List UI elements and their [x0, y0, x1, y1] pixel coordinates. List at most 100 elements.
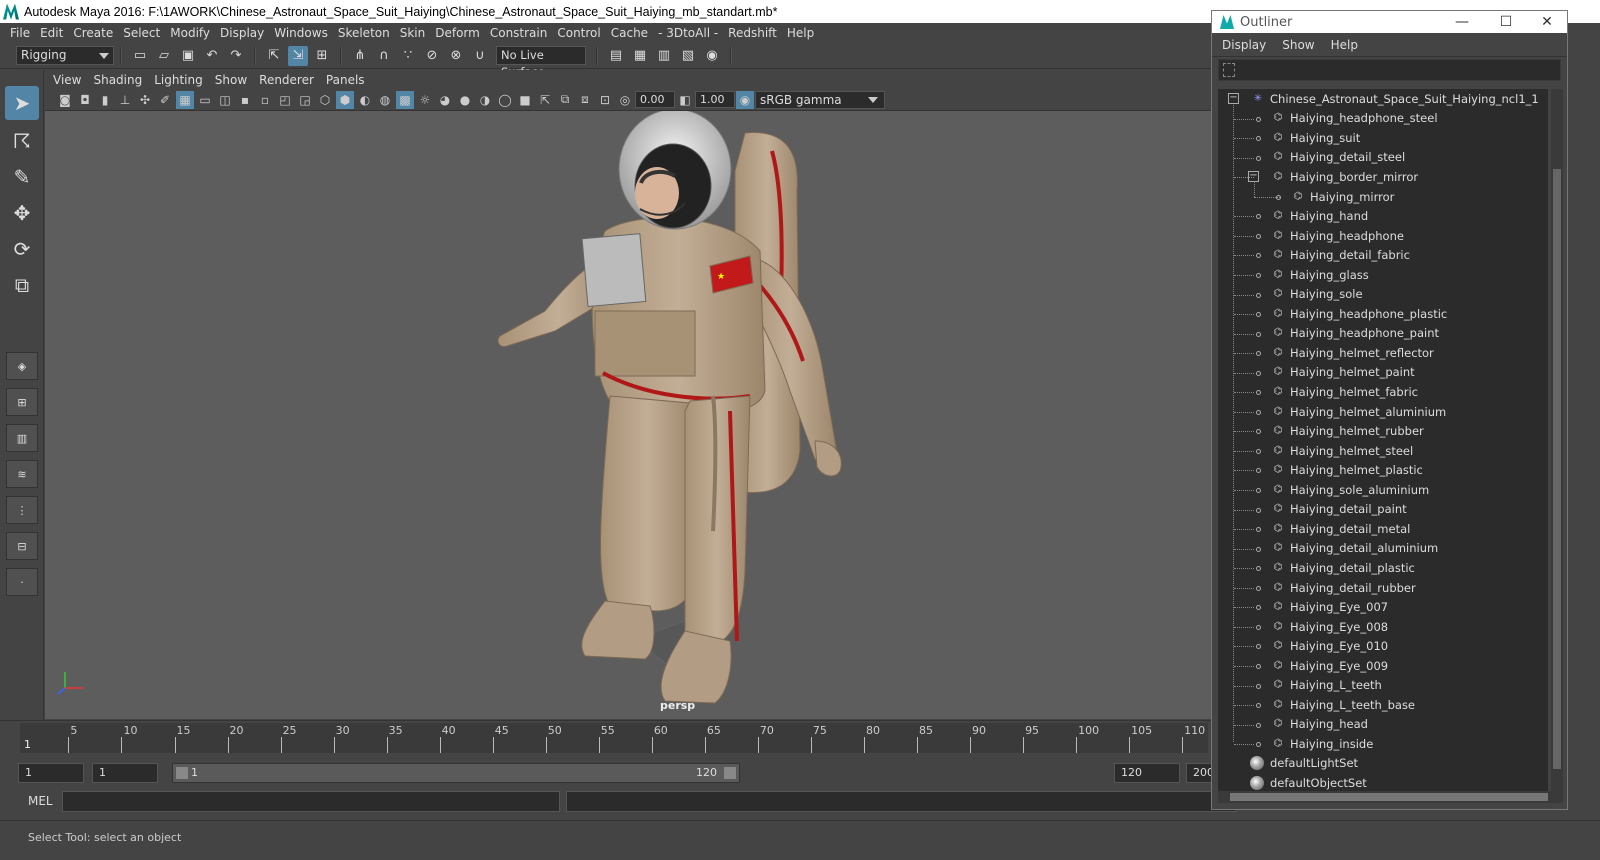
- save-scene-icon[interactable]: ▣: [178, 46, 198, 66]
- playback-start-field[interactable]: 1: [92, 763, 158, 783]
- layout-outliner-icon[interactable]: ▥: [6, 424, 38, 452]
- lasso-tool-icon[interactable]: ☈: [5, 124, 39, 158]
- outliner-item[interactable]: ⌬ Haiying_Eye_009: [1218, 656, 1548, 676]
- x-ray-icon[interactable]: ⧉: [556, 91, 574, 109]
- image-plane-icon[interactable]: ⊥: [116, 91, 134, 109]
- shadows-icon[interactable]: ◕: [436, 91, 454, 109]
- outliner-item[interactable]: ⌬ Haiying_headphone_plastic: [1218, 304, 1548, 324]
- smooth-shade-icon[interactable]: ⬢: [336, 90, 354, 109]
- live-surface-field[interactable]: No Live Surface: [496, 46, 586, 79]
- time-slider[interactable]: 5 10 15 20 25 30 35 40 45 50 55 60 65 70 75 80 85 90 95 100…: [0, 720, 1236, 760]
- depth-of-field-icon[interactable]: ■: [516, 91, 534, 109]
- hypershade-icon[interactable]: ◉: [702, 46, 722, 66]
- menu-skeleton[interactable]: Skeleton: [338, 26, 390, 40]
- panel-menu-view[interactable]: View: [53, 73, 81, 87]
- layout-hypershade-icon[interactable]: ⋮: [6, 496, 38, 524]
- rotate-tool-icon[interactable]: ⟳: [5, 232, 39, 266]
- outliner-item[interactable]: ⌬ Haiying_inside: [1218, 734, 1548, 754]
- menu-3dtoall[interactable]: - 3DtoAll -: [658, 26, 718, 40]
- panel-menu-shading[interactable]: Shading: [93, 73, 142, 87]
- playback-end-field[interactable]: 120: [1114, 763, 1180, 783]
- scrollbar-thumb[interactable]: [1230, 793, 1548, 801]
- outliner-item[interactable]: ⌬ Haiying_helmet_fabric: [1218, 382, 1548, 402]
- snap-view-icon[interactable]: ⊘: [422, 46, 442, 66]
- panel-menu-show[interactable]: Show: [215, 73, 247, 87]
- animation-start-field[interactable]: 1: [18, 763, 84, 783]
- outliner-tree[interactable]: − ✳ Chinese_Astronaut_Space_Suit_Haiying_n…: [1218, 89, 1548, 793]
- x-ray-components-icon[interactable]: ⊡: [596, 91, 614, 109]
- layout-graph-icon[interactable]: ≋: [6, 460, 38, 488]
- magnet-icon[interactable]: ∪: [470, 46, 490, 66]
- menu-redshift[interactable]: Redshift: [728, 26, 777, 40]
- x-ray-joints-icon[interactable]: ⧈: [576, 91, 594, 109]
- render-icon[interactable]: ▦: [630, 46, 650, 66]
- menu-select[interactable]: Select: [123, 26, 160, 40]
- maximize-icon[interactable]: ☐: [1484, 11, 1528, 33]
- layout-four-icon[interactable]: ⊞: [6, 388, 38, 416]
- camera-attributes-icon[interactable]: ◘: [76, 91, 94, 109]
- grease-pencil-icon[interactable]: ✐: [156, 91, 174, 109]
- outliner-item[interactable]: ⌬ Haiying_glass: [1218, 265, 1548, 285]
- move-tool-icon[interactable]: ✥: [5, 196, 39, 230]
- menu-cache[interactable]: Cache: [611, 26, 648, 40]
- range-slider[interactable]: 1 120: [172, 763, 740, 783]
- snap-surface-icon[interactable]: ⊗: [446, 46, 466, 66]
- outliner-item[interactable]: ⌬ Haiying_headphone_steel: [1218, 109, 1548, 129]
- select-hierarchy-icon[interactable]: ⇱: [264, 46, 284, 66]
- gamma-icon[interactable]: ◧: [676, 91, 694, 109]
- bookmark-icon[interactable]: ▮: [96, 91, 114, 109]
- menu-set-selector[interactable]: Rigging: [16, 46, 114, 65]
- menu-file[interactable]: File: [10, 26, 30, 40]
- select-tool-icon[interactable]: ➤: [5, 86, 39, 120]
- scale-tool-icon[interactable]: ⧉: [5, 268, 39, 302]
- use-all-lights-icon[interactable]: ☼: [416, 91, 434, 109]
- close-icon[interactable]: ✕: [1525, 11, 1569, 33]
- snap-grid-icon[interactable]: ⋔: [350, 46, 370, 66]
- outliner-item[interactable]: ⌬ Haiying_helmet_rubber: [1218, 421, 1548, 441]
- panel-menu-renderer[interactable]: Renderer: [259, 73, 314, 87]
- outliner-item[interactable]: ⌬ Haiying_border_mirror: [1218, 167, 1548, 187]
- outliner-menu-display[interactable]: Display: [1222, 38, 1266, 52]
- outliner-item[interactable]: ⌬ Haiying_helmet_paint: [1218, 363, 1548, 383]
- film-gate-icon[interactable]: ▭: [196, 91, 214, 109]
- outliner-search-input[interactable]: [1218, 59, 1561, 81]
- anti-aliasing-icon[interactable]: ◯: [496, 91, 514, 109]
- menu-skin[interactable]: Skin: [400, 26, 426, 40]
- menu-modify[interactable]: Modify: [170, 26, 210, 40]
- outliner-item[interactable]: ⌬ Haiying_Eye_008: [1218, 617, 1548, 637]
- gamma-field[interactable]: 1.00: [695, 91, 735, 108]
- menu-constrain[interactable]: Constrain: [490, 26, 548, 40]
- range-end-handle[interactable]: [724, 767, 736, 779]
- menu-edit[interactable]: Edit: [40, 26, 63, 40]
- snap-curve-icon[interactable]: ∩: [374, 46, 394, 66]
- outliner-item[interactable]: ⌬ Haiying_helmet_steel: [1218, 441, 1548, 461]
- wireframe-on-shaded-icon[interactable]: ◍: [376, 91, 394, 109]
- open-scene-icon[interactable]: ▱: [154, 46, 174, 66]
- outliner-item[interactable]: ⌬ Haiying_detail_plastic: [1218, 558, 1548, 578]
- outliner-set-item[interactable]: defaultLightSet: [1218, 754, 1548, 774]
- menu-create[interactable]: Create: [73, 26, 113, 40]
- exposure-field[interactable]: 0.00: [635, 91, 675, 108]
- two-d-pan-icon[interactable]: ✣: [136, 91, 154, 109]
- default-lighting-icon[interactable]: ◐: [356, 91, 374, 109]
- time-ruler[interactable]: 5 10 15 20 25 30 35 40 45 50 55 60 65 70 75 80 85 90 95 100…: [20, 723, 1208, 753]
- wireframe-icon[interactable]: ⬡: [316, 91, 334, 109]
- layout-single-icon[interactable]: ◈: [6, 352, 38, 380]
- motion-blur-icon[interactable]: ◑: [476, 91, 494, 109]
- select-component-icon[interactable]: ⊞: [312, 46, 332, 66]
- outliner-item[interactable]: ⌬ Haiying_helmet_reflector: [1218, 343, 1548, 363]
- menu-help[interactable]: Help: [787, 26, 814, 40]
- outliner-item[interactable]: ⌬ Haiying_headphone_paint: [1218, 324, 1548, 344]
- field-chart-icon[interactable]: ▫: [256, 91, 274, 109]
- menu-display[interactable]: Display: [220, 26, 264, 40]
- select-object-icon[interactable]: ⇲: [288, 45, 308, 66]
- safe-title-icon[interactable]: ◲: [296, 91, 314, 109]
- perspective-viewport[interactable]: ★ persp: [45, 111, 1211, 719]
- exposure-icon[interactable]: ◎: [616, 91, 634, 109]
- outliner-horizontal-scrollbar[interactable]: [1218, 791, 1563, 803]
- range-start-handle[interactable]: [176, 767, 188, 779]
- outliner-item[interactable]: ⌬ Haiying_detail_steel: [1218, 148, 1548, 168]
- resolution-gate-icon[interactable]: ◫: [216, 91, 234, 109]
- render-settings-icon[interactable]: ▧: [678, 46, 698, 66]
- screen-space-ao-icon[interactable]: ●: [456, 91, 474, 109]
